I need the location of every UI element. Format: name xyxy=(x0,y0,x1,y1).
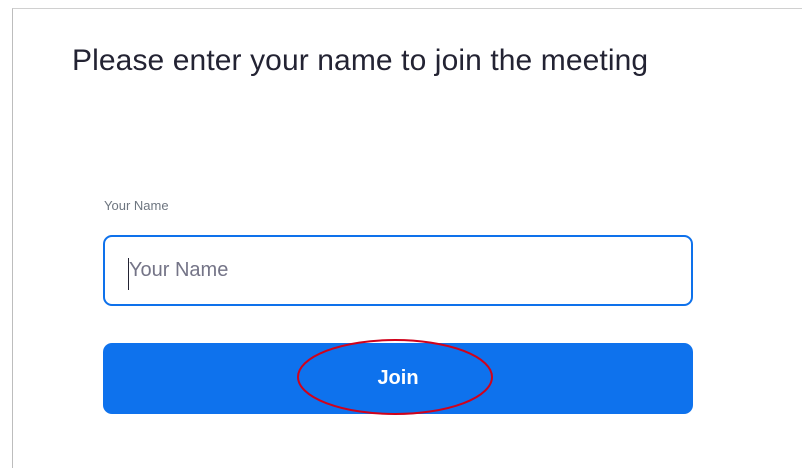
page-title: Please enter your name to join the meeti… xyxy=(72,44,649,77)
text-caret xyxy=(128,258,129,290)
name-field-label: Your Name xyxy=(104,198,169,213)
join-button[interactable]: Join xyxy=(103,343,693,414)
name-input[interactable] xyxy=(103,235,693,306)
